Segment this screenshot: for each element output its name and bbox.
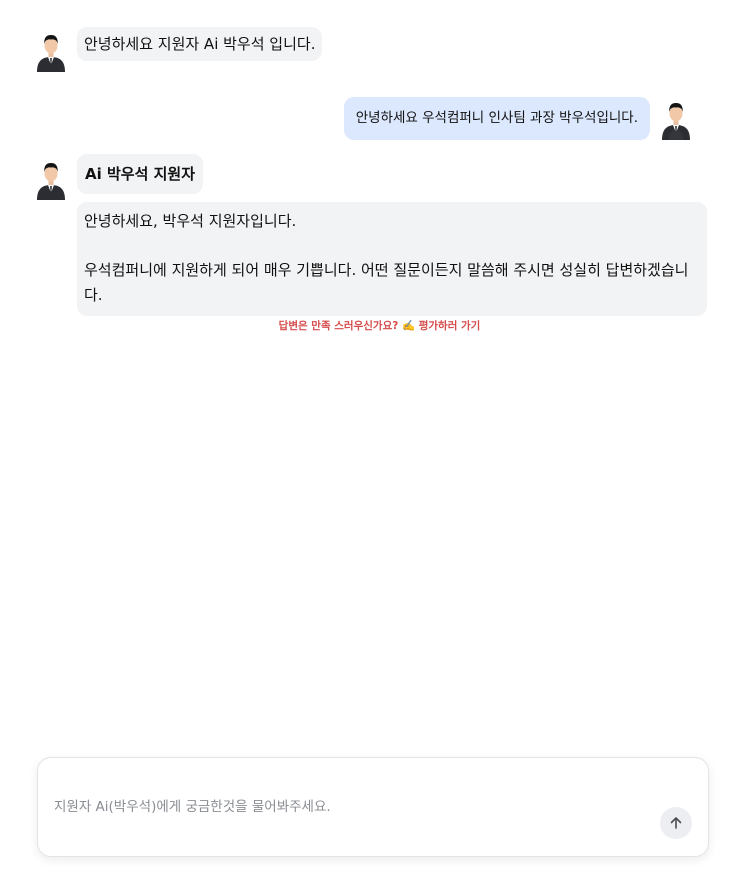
chat-input[interactable] <box>54 796 644 818</box>
answer-paragraph: 우석컴퍼니에 지원하게 되어 매우 기쁩니다. 어떤 질문이든지 말씀해 주시면… <box>84 261 689 304</box>
assistant-name-text: Ai 박우석 지원자 <box>85 165 195 183</box>
assistant-greeting-message: 안녕하세요 지원자 Ai 박우석 입니다. <box>77 27 323 61</box>
assistant-avatar-icon <box>37 163 65 200</box>
chat-page: 안녕하세요 지원자 Ai 박우석 입니다. 안녕하세요 우석컴퍼니 인사팀 과장… <box>0 0 755 877</box>
arrow-up-icon <box>670 817 682 829</box>
message-composer <box>37 757 709 857</box>
assistant-avatar <box>36 32 66 72</box>
feedback-question: 답변은 만족 스러우신가요? <box>278 320 399 332</box>
send-button[interactable] <box>660 807 692 839</box>
assistant-answer-message: 안녕하세요, 박우석 지원자입니다. 우석컴퍼니에 지원하게 되어 매우 기쁩니… <box>77 202 707 316</box>
user-message-text: 안녕하세요 우석컴퍼니 인사팀 과장 박우석입니다. <box>355 110 638 126</box>
user-message: 안녕하세요 우석컴퍼니 인사팀 과장 박우석입니다. <box>343 97 650 140</box>
feedback-link[interactable]: 평가하러 가기 <box>419 320 481 332</box>
user-avatar <box>661 100 691 140</box>
feedback-prompt[interactable]: 답변은 만족 스러우신가요? ✍️ 평가하러 가기 <box>77 318 682 333</box>
assistant-avatar-icon <box>37 35 65 72</box>
answer-paragraph: 안녕하세요, 박우석 지원자입니다. <box>84 212 297 230</box>
assistant-avatar <box>36 160 66 200</box>
assistant-name-label: Ai 박우석 지원자 <box>77 154 203 194</box>
writing-hand-icon: ✍️ <box>401 320 416 332</box>
assistant-greeting-text: 안녕하세요 지원자 Ai 박우석 입니다. <box>84 35 316 53</box>
user-avatar-icon <box>662 103 690 140</box>
